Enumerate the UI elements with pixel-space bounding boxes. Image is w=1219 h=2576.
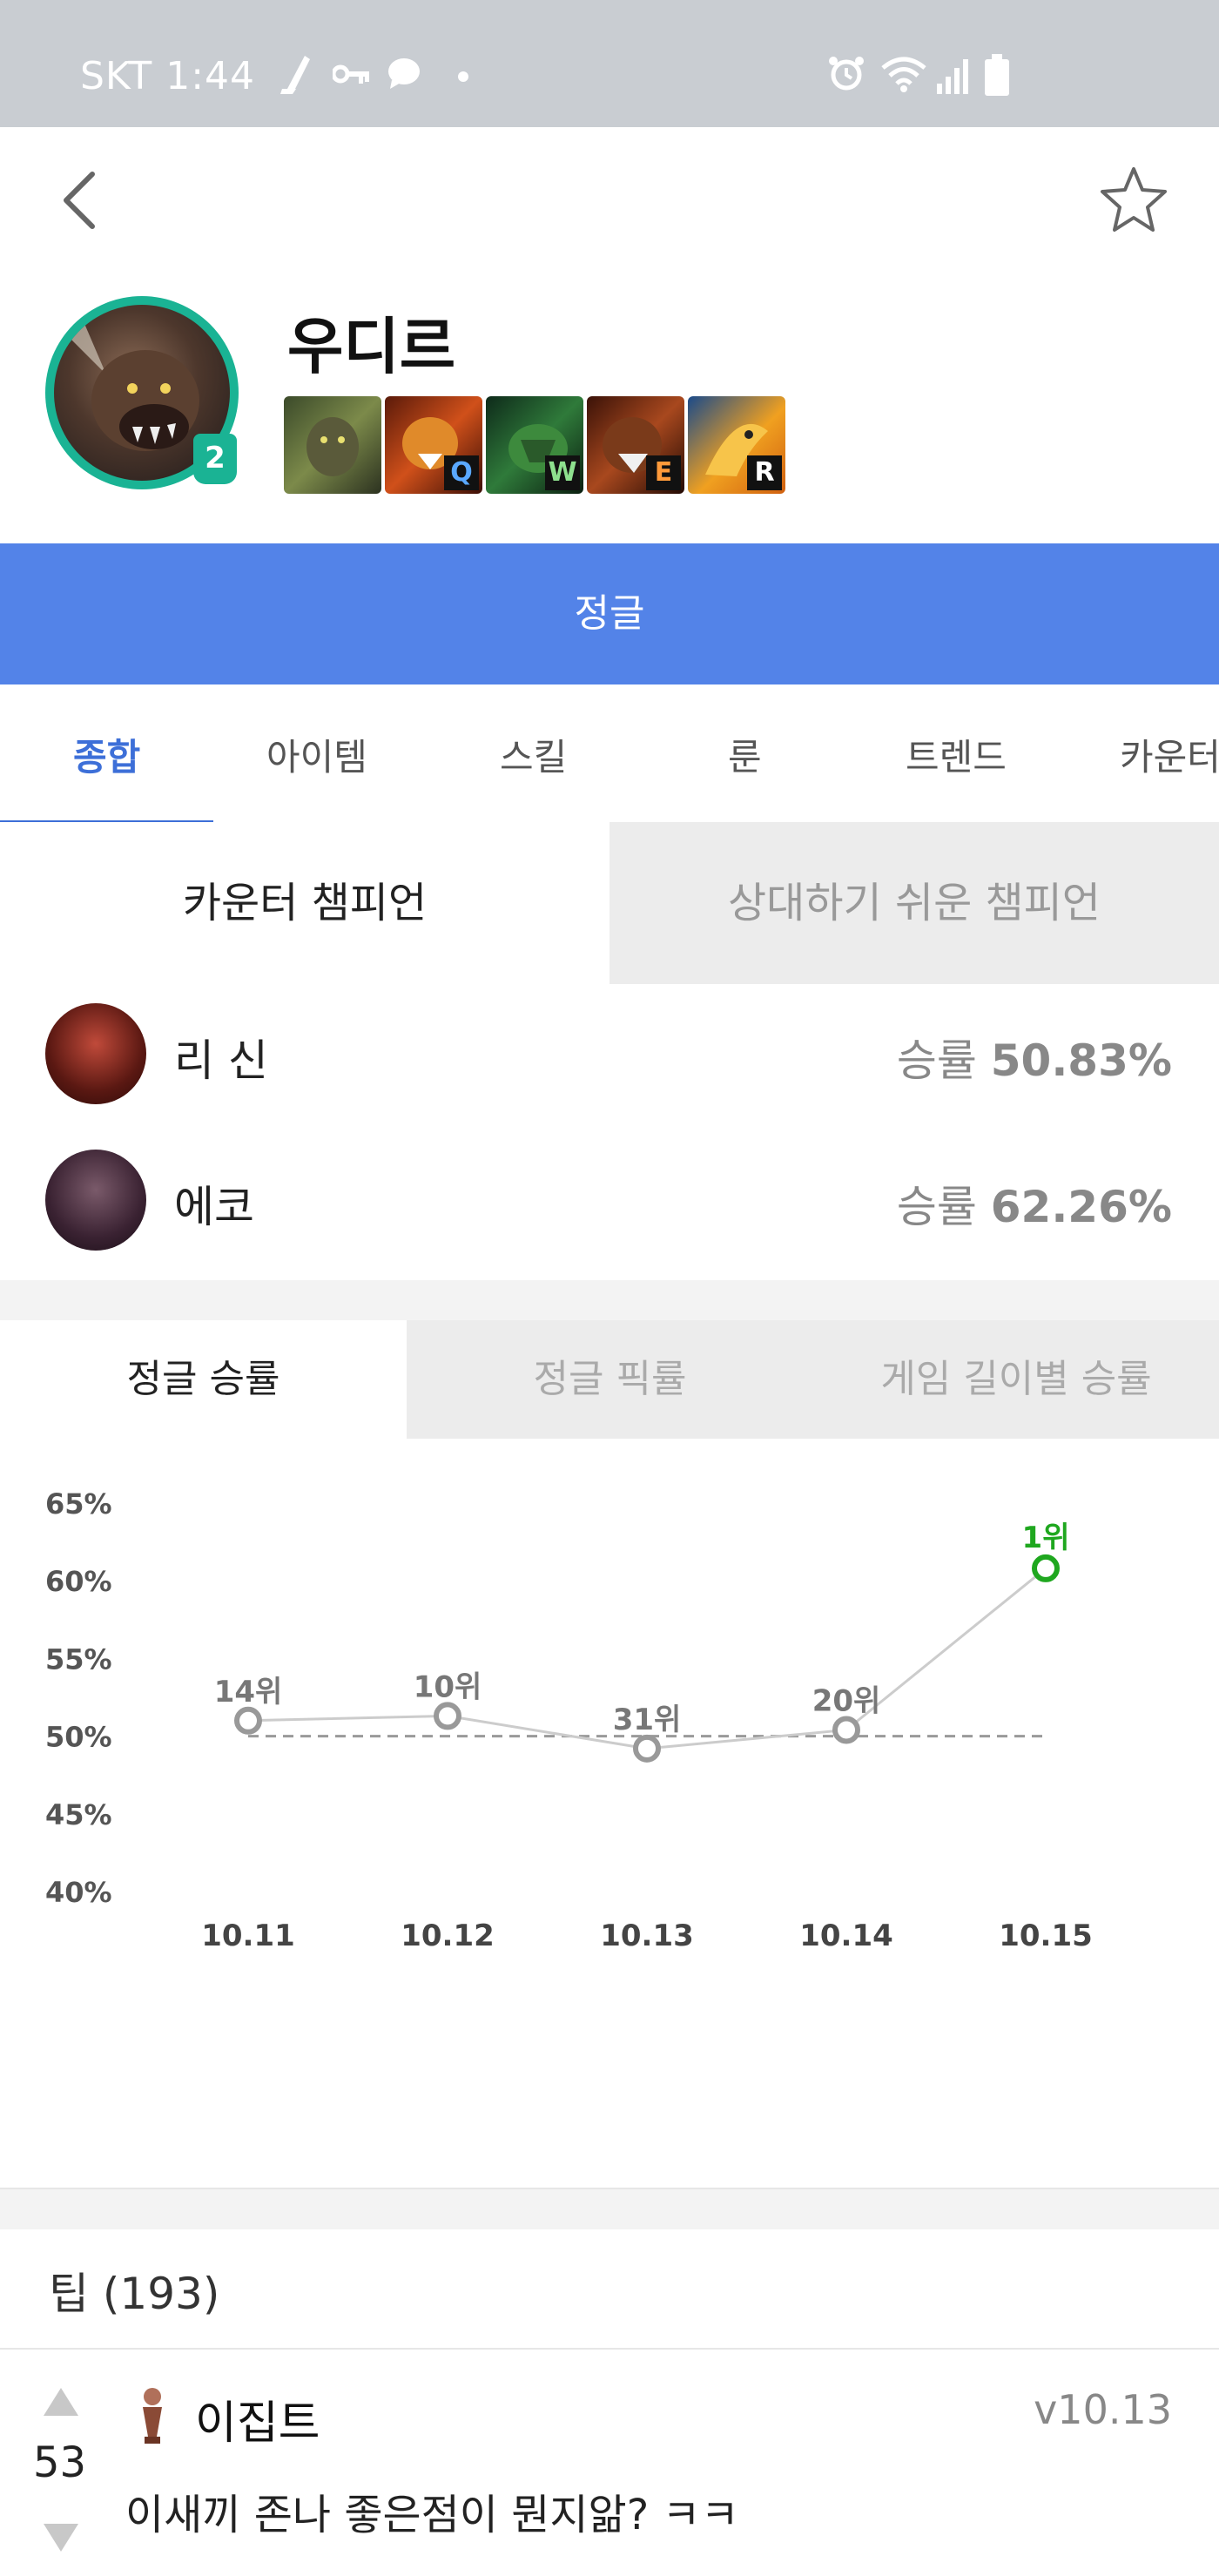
q-skill-icon[interactable]: Q	[385, 396, 482, 494]
win-rate-label: 승률	[896, 1035, 977, 1086]
segment-counter-champions[interactable]: 카운터 챔피언	[0, 822, 610, 984]
section-divider	[0, 2188, 1219, 2229]
list-item[interactable]: 리 신 승률 50.83%	[0, 984, 1219, 1132]
w-key-label: W	[545, 455, 580, 490]
win-rate-label: 승률	[896, 1182, 977, 1232]
y-tick-label: 50%	[45, 1721, 112, 1754]
tab-trends[interactable]: 트렌드	[906, 688, 1007, 827]
wifi-icon	[879, 54, 928, 96]
chat-icon	[387, 57, 421, 92]
tab-items[interactable]: 아이템	[266, 688, 367, 827]
e-key-label: E	[646, 455, 681, 490]
champion-name: 우디르	[287, 311, 456, 382]
champion-avatar	[45, 1003, 146, 1104]
carrier-time: SKT 1:44	[80, 54, 256, 98]
data-point	[434, 1702, 461, 1730]
y-tick-label: 55%	[45, 1642, 112, 1676]
vote-count: 53	[33, 2438, 87, 2487]
tab-skills[interactable]: 스킬	[500, 688, 567, 827]
position-selector[interactable]: 정글	[0, 543, 1219, 684]
skill-icons: Q W E R	[284, 396, 785, 494]
tips-title: 팁 (193)	[49, 2269, 220, 2319]
y-tick-label: 65%	[45, 1487, 112, 1521]
win-rate-value: 62.26%	[990, 1182, 1172, 1232]
level-badge: 2	[193, 434, 237, 484]
tab-jungle-winrate[interactable]: 정글 승률	[0, 1320, 407, 1439]
tab-winrate-by-length[interactable]: 게임 길이별 승률	[813, 1320, 1219, 1439]
signal-icon	[937, 57, 975, 98]
win-rate-value: 50.83%	[990, 1035, 1172, 1086]
x-tick-label: 10.15	[999, 1919, 1093, 1953]
x-tick-label: 10.11	[201, 1919, 295, 1953]
tip-version: v10.13	[1034, 2386, 1172, 2433]
tab-counter[interactable]: 카운터	[1120, 688, 1219, 827]
rank-label: 14위	[214, 1675, 283, 1709]
battery-icon	[984, 54, 1010, 99]
tips-header: 팁 (193)	[0, 2228, 1219, 2350]
e-skill-icon[interactable]: E	[587, 396, 684, 494]
user-rank-icon	[131, 2384, 174, 2445]
champion-avatar	[45, 1150, 146, 1251]
r-skill-icon[interactable]: R	[688, 396, 785, 494]
favorite-star-button[interactable]	[1099, 164, 1168, 233]
winrate-chart: 65% 60% 55% 50% 45% 40% 10.11 10.12 10.13 10.14 10…	[0, 1439, 1219, 2188]
rank-label: 10위	[414, 1669, 482, 1704]
tab-runes[interactable]: 룬	[728, 688, 762, 827]
data-point	[633, 1734, 661, 1763]
tip-author[interactable]: 이집트	[195, 2386, 320, 2451]
x-tick-label: 10.13	[600, 1919, 694, 1953]
data-point	[234, 1706, 262, 1735]
key-icon	[331, 63, 371, 89]
upvote-button[interactable]	[44, 2388, 78, 2416]
rank-label: 20위	[812, 1683, 881, 1718]
w-skill-icon[interactable]: W	[486, 396, 583, 494]
cleaner-icon	[279, 51, 317, 103]
tab-overview[interactable]: 종합	[73, 688, 140, 827]
back-button[interactable]	[54, 165, 106, 235]
tab-jungle-pickrate[interactable]: 정글 픽률	[407, 1320, 813, 1439]
data-point	[832, 1716, 860, 1744]
data-point	[1032, 1554, 1060, 1582]
rank-label: 31위	[613, 1703, 682, 1737]
tip-text[interactable]: 이새끼 존나 좋은점이 뭔지앎? ㅋㅋ	[125, 2480, 739, 2541]
alarm-icon	[827, 54, 865, 96]
winrate-chart-svg: 65% 60% 55% 50% 45% 40% 10.11 10.12 10.13 10.14 10…	[45, 1487, 1093, 1953]
champion-name: 리 신	[174, 1035, 268, 1086]
champion-name: 에코	[174, 1182, 254, 1232]
win-rate: 승률 62.26%	[897, 1172, 1172, 1235]
r-key-label: R	[747, 455, 782, 490]
win-rate: 승률 50.83%	[897, 1026, 1172, 1089]
dot-icon	[458, 71, 468, 82]
y-tick-label: 40%	[45, 1876, 112, 1909]
rank-label: 1위	[1022, 1521, 1070, 1555]
y-tick-label: 45%	[45, 1798, 112, 1831]
y-tick-label: 60%	[45, 1565, 112, 1598]
status-bar: SKT 1:44	[0, 0, 1219, 127]
passive-skill-icon[interactable]	[284, 396, 381, 494]
main-tabs: 종합 아이템 스킬 룬 트렌드 카운터	[0, 688, 1219, 830]
q-key-label: Q	[444, 455, 479, 490]
x-tick-label: 10.12	[401, 1919, 495, 1953]
downvote-button[interactable]	[44, 2524, 78, 2552]
segment-easy-champions[interactable]: 상대하기 쉬운 챔피언	[610, 822, 1219, 984]
list-item[interactable]: 에코 승률 62.26%	[0, 1132, 1219, 1280]
section-divider	[0, 1280, 1219, 1320]
x-tick-label: 10.14	[799, 1919, 893, 1953]
